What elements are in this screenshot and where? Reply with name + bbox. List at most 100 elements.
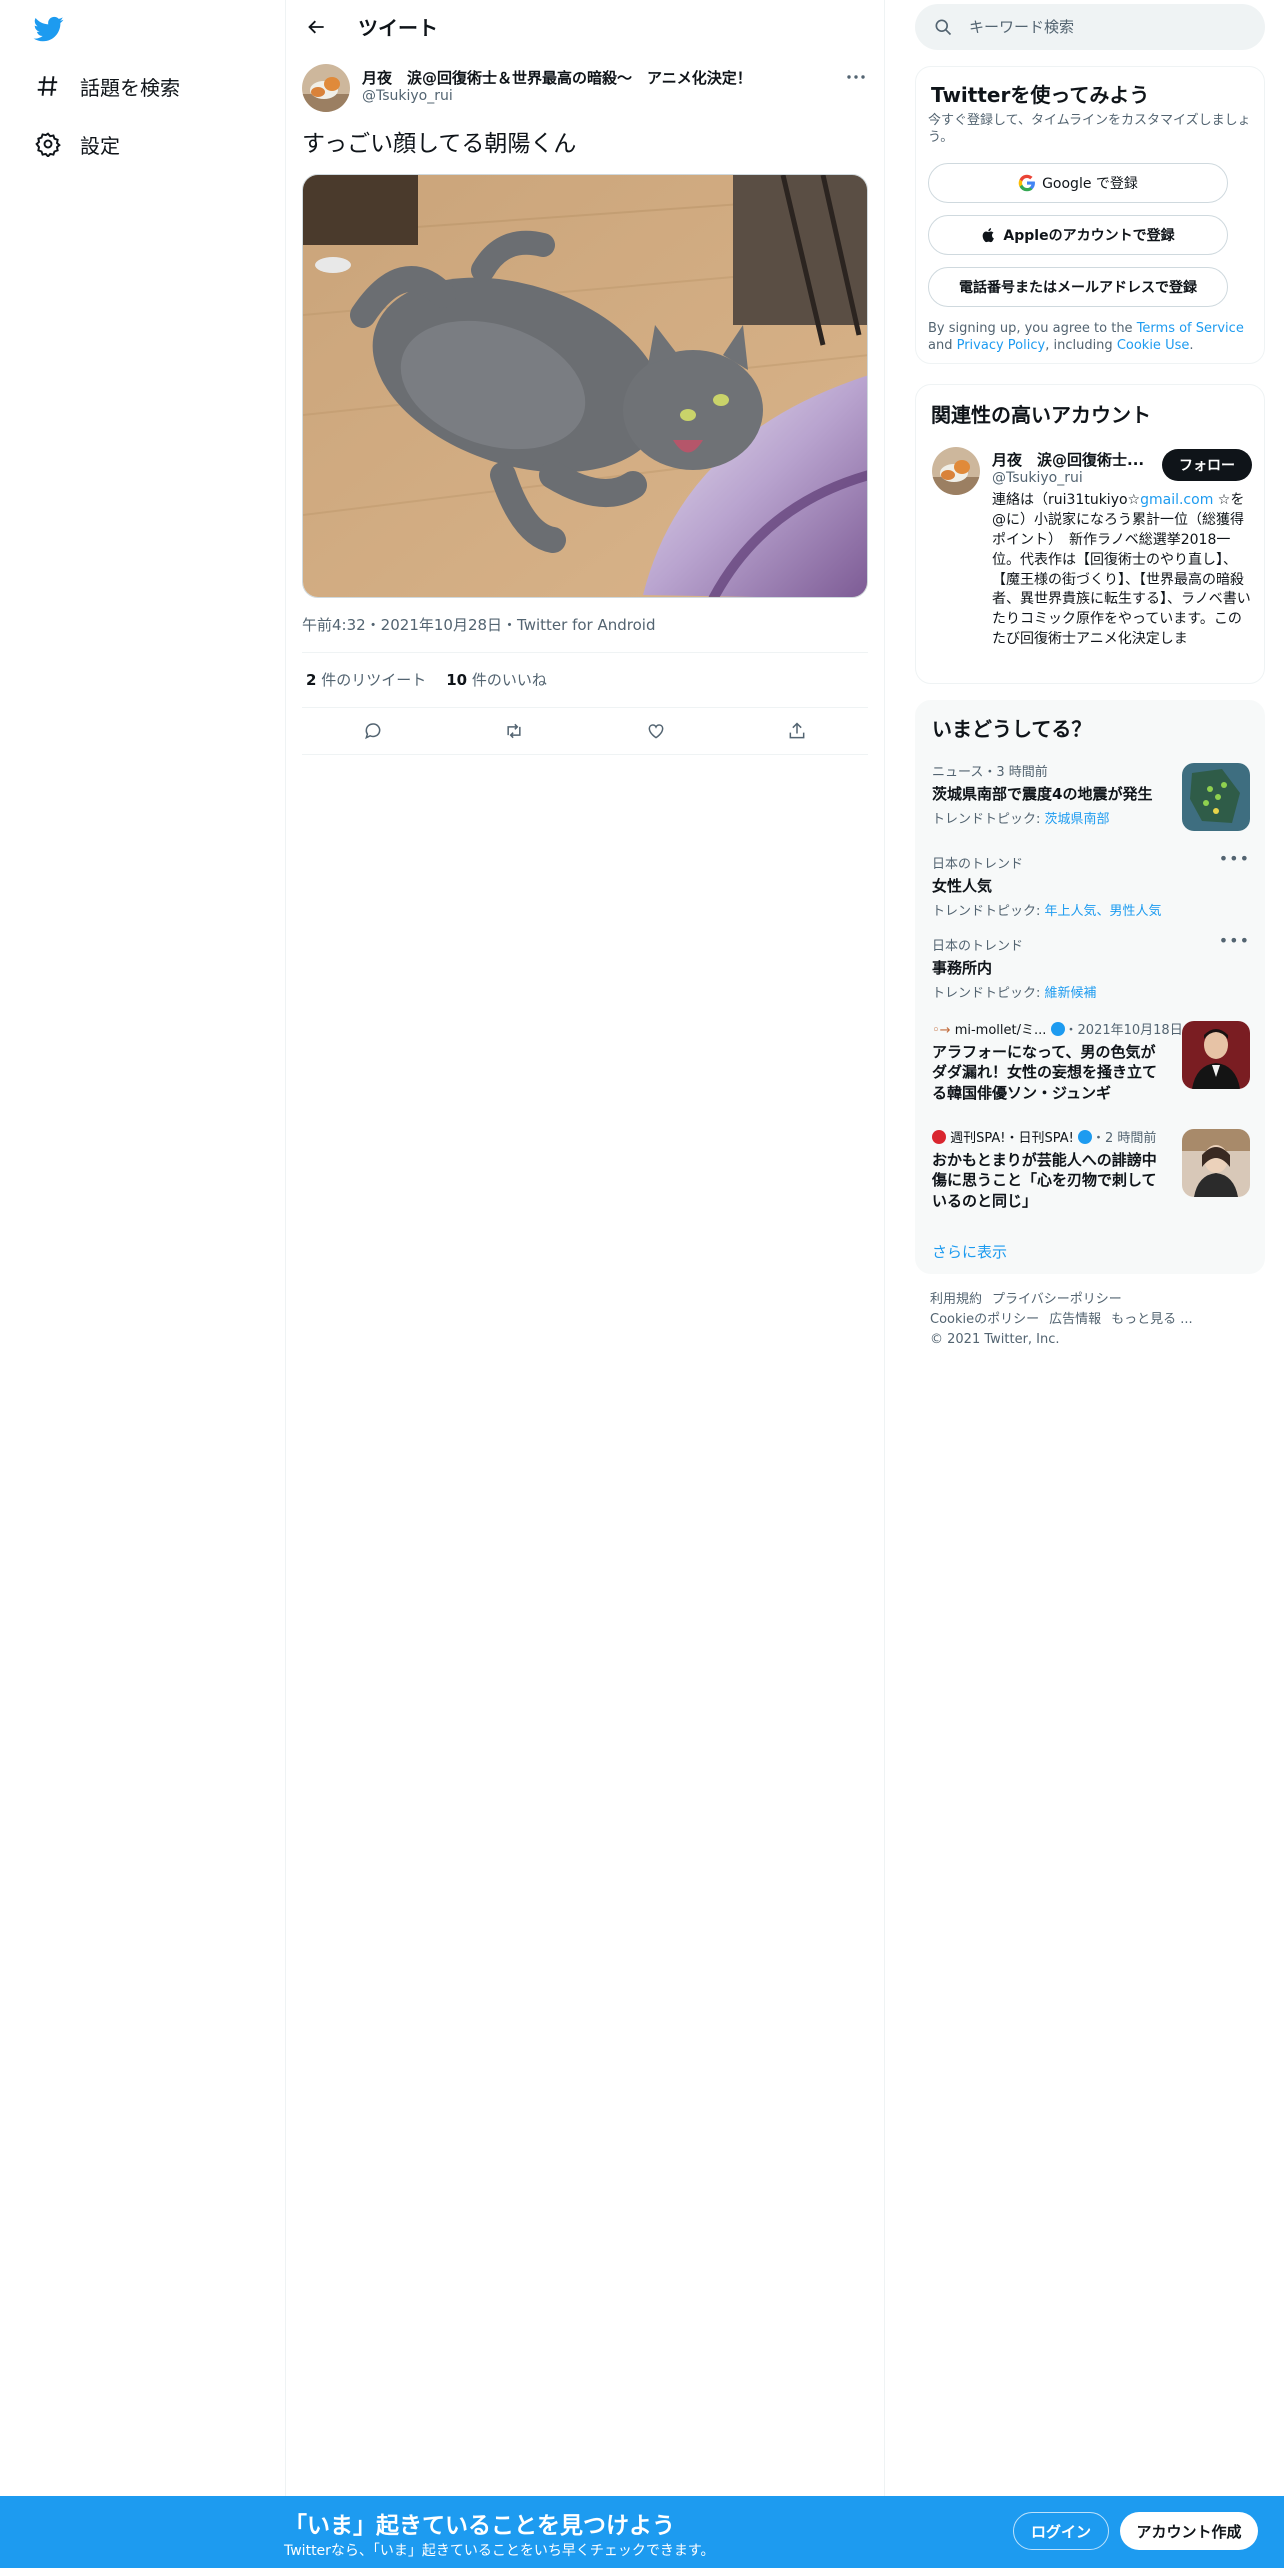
trend-item[interactable]: 週刊SPA!・日刊SPA! ・2 時間前 おかもとまりが芸能人への誹謗中傷に思う…: [932, 1127, 1250, 1217]
bio-link[interactable]: gmail.com: [1140, 492, 1213, 508]
author-name[interactable]: 月夜 涙@回復術士＆世界最高の暗殺～ アニメ化決定！: [362, 67, 752, 88]
google-signup-button[interactable]: Google で登録: [928, 163, 1228, 203]
trend-thumbnail: [1182, 763, 1250, 831]
trend-topic: トレンドトピック: 年上人気、男性人気: [932, 900, 1250, 919]
page-header: ツイート: [286, 0, 884, 53]
bottom-bar-subtitle: Twitterなら、「いま」起きていることをいち早くチェックできます。: [284, 2543, 715, 2559]
bio-text-rest: ☆を@に）小説家になろう累計一位（総獲得ポイント） 新作ラノベ総選挙2018一位…: [992, 492, 1251, 648]
trend-name: おかもとまりが芸能人への誹謗中傷に思うこと「心を刃物で刺しているのと同じ」: [932, 1151, 1157, 1210]
terms-and: and: [928, 337, 957, 353]
footer-cookie-link[interactable]: Cookieのポリシー: [930, 1312, 1039, 1327]
footer-ads-link[interactable]: 広告情報: [1049, 1312, 1101, 1327]
tweet-photo[interactable]: [302, 173, 868, 598]
search-icon: [935, 19, 952, 36]
tweet-actions: [302, 708, 868, 754]
trend-topic-label: トレンドトピック:: [932, 904, 1045, 920]
show-more-link[interactable]: さらに表示: [932, 1241, 1007, 1262]
footer-links: 利用規約 プライバシーポリシー Cookieのポリシー 広告情報 もっと見る ... …: [930, 1290, 1203, 1350]
trend-item[interactable]: 日本のトレンド 女性人気 トレンドトピック: 年上人気、男性人気 •••: [932, 849, 1250, 919]
search-bar[interactable]: [915, 4, 1265, 50]
phone-email-signup-button[interactable]: 電話番号またはメールアドレスで登録: [928, 267, 1228, 307]
trend-name: 事務所内: [932, 959, 993, 977]
apple-icon: [983, 228, 995, 243]
like-label: 件のいいね: [467, 671, 547, 690]
trend-meta: 週刊SPA!・日刊SPA! ・2 時間前: [932, 1127, 1164, 1146]
divider: [302, 753, 868, 755]
retweet-count-link[interactable]: 2 件のリツイート: [306, 669, 426, 690]
trend-topic-link[interactable]: 茨城県南部: [1045, 812, 1110, 827]
trend-name: 女性人気: [932, 877, 993, 895]
login-button[interactable]: ログイン: [1013, 2512, 1109, 2550]
trend-item[interactable]: 日本のトレンド 事務所内 トレンドトピック: 維新候補 •••: [932, 931, 1250, 1002]
cookie-use-link[interactable]: Cookie Use: [1117, 338, 1190, 353]
follow-button[interactable]: フォロー: [1162, 449, 1252, 481]
trend-topic-link[interactable]: 年上人気、男性人気: [1045, 904, 1162, 919]
reply-icon[interactable]: [355, 713, 391, 749]
share-icon[interactable]: [779, 713, 815, 749]
privacy-policy-link[interactable]: Privacy Policy: [957, 338, 1046, 353]
signup-subtitle: 今すぐ登録して、タイムラインをカスタマイズしましょう。: [928, 113, 1251, 145]
tweet-detail: 月夜 涙@回復術士＆世界最高の暗殺～ アニメ化決定！ @Tsukiyo_rui …: [302, 53, 868, 755]
trend-topic-label: トレンドトピック:: [932, 812, 1045, 828]
terms-of-service-link[interactable]: Terms of Service: [1137, 321, 1244, 336]
apple-signup-button[interactable]: Appleのアカウントで登録: [928, 215, 1228, 255]
tweet-timestamp[interactable]: 午前4:32・2021年10月28日・Twitter for Android: [302, 614, 868, 636]
trend-thumbnail: [1182, 1129, 1250, 1197]
gear-icon: [28, 124, 68, 164]
terms-including: , including: [1045, 337, 1117, 353]
footer-terms-link[interactable]: 利用規約: [930, 1292, 982, 1307]
like-count-link[interactable]: 10 件のいいね: [446, 669, 547, 690]
more-options-icon[interactable]: •••: [1219, 849, 1250, 868]
retweet-label: 件のリツイート: [316, 671, 427, 690]
more-options-icon[interactable]: [844, 67, 868, 87]
avatar[interactable]: [932, 447, 980, 495]
verified-badge-icon: [1078, 1130, 1093, 1144]
trends-title: いまどうしてる？: [932, 717, 1092, 741]
sidebar-item-label: 設定: [80, 133, 120, 158]
like-heart-icon[interactable]: [638, 713, 674, 749]
main-column: ツイート 月夜 涙@回復術士＆世界最高の暗殺～ アニメ化決定！ @Tsukiyo…: [285, 0, 885, 2568]
retweet-icon[interactable]: [496, 713, 532, 749]
source-logo-icon: ◦→: [932, 1023, 951, 1038]
more-options-icon[interactable]: •••: [1219, 931, 1250, 950]
left-sidebar: 話題を検索 設定: [0, 0, 285, 2568]
terms-prefix: By signing up, you agree to the: [928, 321, 1137, 336]
sidebar-item-explore[interactable]: 話題を検索: [28, 66, 180, 106]
account-handle[interactable]: @Tsukiyo_rui: [992, 470, 1083, 486]
signup-card: Twitterを使ってみよう 今すぐ登録して、タイムラインをカスタマイズしましょ…: [915, 66, 1265, 364]
footer-privacy-link[interactable]: プライバシーポリシー: [992, 1292, 1122, 1307]
back-arrow-icon[interactable]: [300, 10, 334, 44]
apple-signup-label: Appleのアカウントで登録: [1003, 228, 1175, 244]
tweet-stats: 2 件のリツイート 10 件のいいね: [302, 653, 868, 707]
trend-item[interactable]: ◦→ mi-mollet/ミ... ・2021年10月18日 アラフォーになって…: [932, 1019, 1250, 1109]
avatar[interactable]: [302, 64, 350, 112]
trend-time: ・2 時間前: [1092, 1131, 1157, 1146]
tweet-text: すっごい顔してる朝陽くん: [302, 131, 577, 157]
bio-text: 連絡は（rui31tukiyo☆: [992, 492, 1141, 508]
search-input[interactable]: [969, 18, 1229, 36]
trend-topic-label: トレンドトピック:: [932, 986, 1045, 1002]
retweet-count: 2: [306, 671, 317, 690]
signup-terms: By signing up, you agree to the Terms of…: [928, 321, 1254, 355]
account-name[interactable]: 月夜 涙@回復術士...: [992, 449, 1144, 470]
trend-name: アラフォーになって、男の色気がダダ漏れ！女性の妄想を掻き立てる韓国俳優ソン・ジュ…: [932, 1043, 1158, 1102]
page-title: ツイート: [358, 16, 438, 40]
trend-meta: 日本のトレンド: [932, 857, 1024, 872]
trend-source: 週刊SPA!・日刊SPA!: [950, 1131, 1074, 1146]
trend-topic-link[interactable]: 維新候補: [1045, 986, 1097, 1001]
trend-meta: 日本のトレンド: [932, 939, 1024, 954]
trend-item[interactable]: ニュース・3 時間前 茨城県南部で震度4の地震が発生 トレンドトピック: 茨城県…: [932, 761, 1250, 837]
verified-badge-icon: [1050, 1022, 1065, 1036]
sidebar-item-label: 話題を検索: [80, 75, 180, 100]
twitter-bird-icon[interactable]: [32, 14, 66, 44]
footer-more-link[interactable]: もっと見る ...: [1111, 1312, 1193, 1327]
trend-thumbnail: [1182, 1021, 1250, 1089]
bottom-signup-bar: 「いま」起きていることを見つけよう Twitterなら、「いま」起きていることを…: [0, 2496, 1284, 2568]
create-account-button[interactable]: アカウント作成: [1120, 2512, 1258, 2550]
google-signup-label: Google で登録: [1042, 176, 1138, 192]
sidebar-item-settings[interactable]: 設定: [28, 124, 120, 164]
source-logo-icon: [932, 1130, 946, 1144]
author-handle[interactable]: @Tsukiyo_rui: [362, 88, 453, 104]
tweet-author: 月夜 涙@回復術士＆世界最高の暗殺～ アニメ化決定！ @Tsukiyo_rui: [302, 53, 868, 115]
trend-meta: ◦→ mi-mollet/ミ... ・2021年10月18日: [932, 1019, 1183, 1038]
